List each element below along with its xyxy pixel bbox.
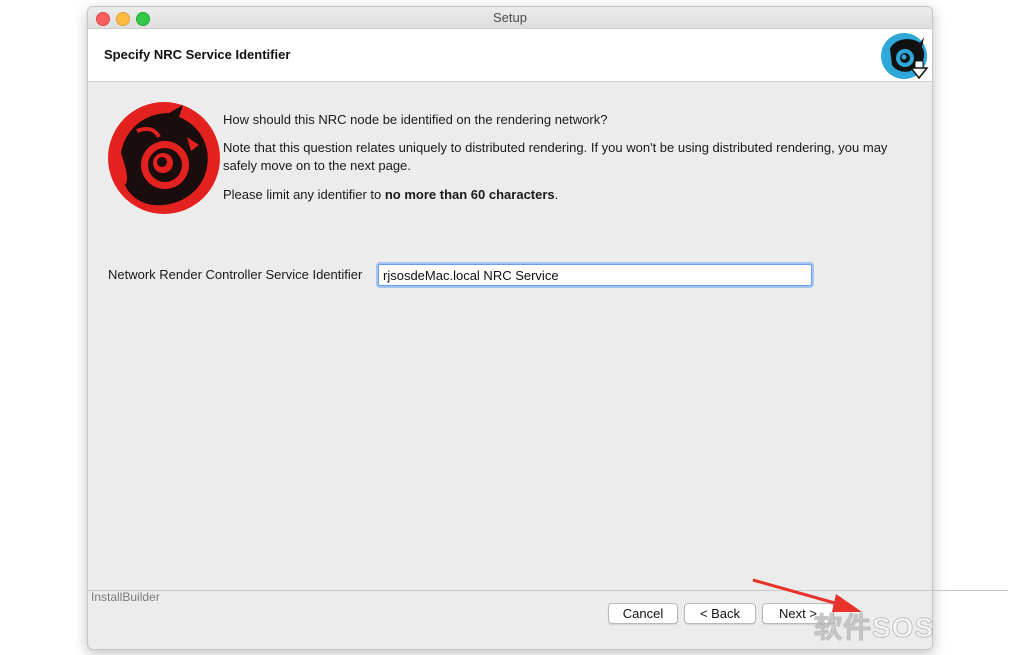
limit-bold: no more than 60 characters — [384, 187, 555, 202]
page-header: Specify NRC Service Identifier — [88, 29, 932, 82]
back-button[interactable]: < Back — [684, 603, 756, 624]
watermark-text: 软件SOS — [813, 612, 935, 644]
limit-text: Please limit any identifier to no more t… — [223, 186, 923, 204]
page-title: Specify NRC Service Identifier — [104, 47, 291, 62]
question-text: How should this NRC node be identified o… — [223, 112, 608, 127]
setup-window: Setup Specify NRC Service Identifier How… — [87, 6, 933, 650]
service-identifier-input[interactable] — [378, 264, 812, 286]
title-bar: Setup — [88, 7, 932, 29]
note-text: Note that this question relates uniquely… — [223, 140, 888, 173]
instructions-text: How should this NRC node be identified o… — [223, 111, 923, 215]
cancel-button[interactable]: Cancel — [608, 603, 678, 624]
product-logo-icon — [108, 102, 220, 214]
limit-suffix: . — [554, 187, 559, 202]
service-identifier-label: Network Render Controller Service Identi… — [108, 267, 363, 282]
limit-prefix: Please limit any identifier to — [223, 187, 385, 202]
installer-logo-icon — [881, 33, 929, 80]
installbuilder-label: InstallBuilder — [91, 590, 160, 604]
window-title: Setup — [493, 10, 527, 25]
